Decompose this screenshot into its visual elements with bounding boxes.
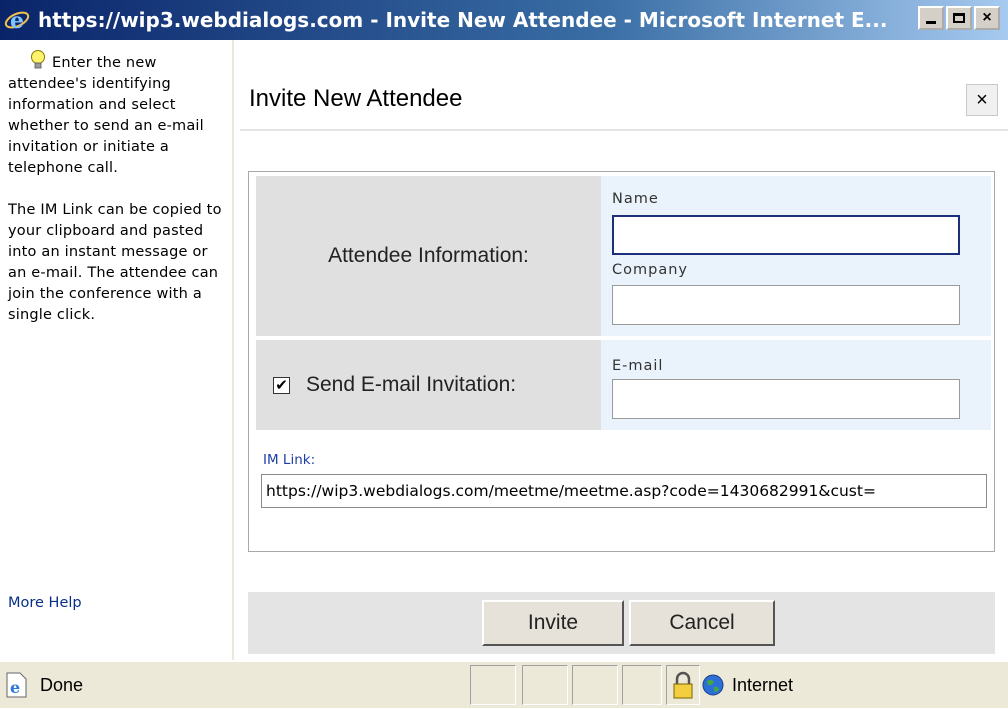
company-label: Company — [612, 262, 688, 278]
status-cell-3 — [572, 665, 618, 705]
padlock-icon — [673, 671, 693, 699]
name-input[interactable] — [612, 215, 960, 255]
window-titlebar: e https://wip3.webdialogs.com - Invite N… — [0, 0, 1008, 40]
status-text: Done — [40, 674, 84, 695]
title-divider — [240, 129, 1008, 131]
status-main-panel: e Done — [4, 665, 464, 705]
company-input[interactable] — [612, 285, 960, 325]
cancel-button[interactable]: Cancel — [629, 600, 775, 646]
page-done-icon: e — [4, 671, 30, 699]
help-sidebar: Enter the new attendee's identifying inf… — [0, 40, 234, 660]
zone-panel: Internet — [702, 665, 992, 705]
send-email-checkbox[interactable]: ✔ — [273, 376, 290, 394]
more-help-link[interactable]: More Help — [8, 595, 82, 611]
email-input[interactable] — [612, 379, 960, 419]
maximize-button[interactable] — [946, 6, 972, 30]
window-close-button[interactable]: × — [974, 6, 1000, 30]
attendee-info-label: Attendee Information: — [256, 176, 601, 336]
minimize-icon — [926, 20, 936, 24]
browser-statusbar: e Done Internet — [0, 661, 1008, 708]
help-text-im-link: The IM Link can be copied to your clipbo… — [8, 202, 222, 323]
zone-text: Internet — [732, 674, 794, 695]
dialog-close-button[interactable]: × — [966, 84, 998, 116]
checkmark-icon: ✔ — [275, 376, 288, 394]
window-controls: × — [918, 6, 1000, 30]
im-link-label: IM Link: — [263, 452, 316, 468]
dialog-title: Invite New Attendee — [249, 85, 463, 112]
status-cell-4 — [622, 665, 662, 705]
globe-icon — [702, 674, 724, 696]
status-cell-1 — [470, 665, 516, 705]
help-text-intro: Enter the new attendee's identifying inf… — [8, 55, 204, 176]
close-icon: × — [976, 88, 988, 111]
minimize-button[interactable] — [918, 6, 944, 30]
invite-button[interactable]: Invite — [482, 600, 624, 646]
help-tip: Enter the new attendee's identifying inf… — [8, 50, 223, 326]
email-label: E-mail — [612, 358, 664, 374]
svg-text:e: e — [10, 8, 24, 33]
svg-text:e: e — [10, 678, 20, 697]
window-title: https://wip3.webdialogs.com - Invite New… — [38, 8, 888, 32]
name-label: Name — [612, 191, 659, 207]
internet-explorer-icon: e — [4, 7, 30, 34]
security-cell — [666, 665, 700, 705]
attendee-info-label-text: Attendee Information: — [328, 244, 529, 267]
im-link-field[interactable]: https://wip3.webdialogs.com/meetme/meetm… — [261, 474, 987, 508]
lightbulb-icon — [30, 50, 46, 70]
send-email-row: ✔ Send E-mail Invitation: — [256, 340, 601, 430]
status-cell-2 — [522, 665, 568, 705]
maximize-icon — [953, 13, 965, 23]
send-email-label: Send E-mail Invitation: — [306, 373, 517, 396]
